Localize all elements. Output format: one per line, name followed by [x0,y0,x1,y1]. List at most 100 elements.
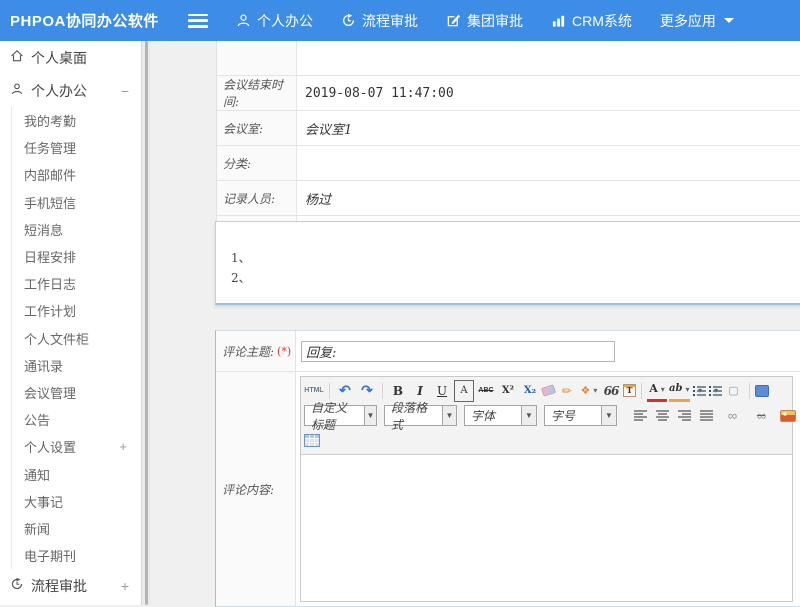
toolbar-separator[interactable] [382,383,383,399]
font-color-icon[interactable]: A [647,380,667,402]
history-icon [341,13,356,28]
table-row-meeting-room: 会议室: 会议室1 [217,111,800,146]
row-label: 会议室: [217,111,297,145]
note-line: 2、 [231,268,800,288]
sidebar-item-notification[interactable]: 通知 [24,460,141,487]
toolbar-separator[interactable] [329,383,330,399]
sidebar-item-news[interactable]: 新闻 [24,515,141,542]
link-icon[interactable]: ∞ [722,405,742,427]
custom-heading-select[interactable]: 自定义标题 ▼ [304,405,377,426]
meeting-notes-box: 1、2、 [215,221,800,305]
history-icon [10,577,24,594]
paragraph-format-select[interactable]: 段落格式 ▼ [384,405,457,426]
font-family-select[interactable]: 字体 ▼ [464,405,537,426]
blockquote-icon[interactable]: 66 [601,380,621,402]
subscript-icon[interactable]: X₂ [520,380,540,402]
table-row-category: 分类: [217,146,800,181]
paste-plain-text-icon[interactable]: T [623,384,636,397]
sidebar-item-announcement[interactable]: 公告 [24,406,141,433]
align-left-icon[interactable] [634,410,647,421]
chevron-down-icon[interactable]: ▼ [364,406,376,425]
row-value: 会议室1 [305,119,352,138]
chevron-down-icon[interactable]: ▼ [601,406,616,425]
format-brush-icon[interactable]: ✏ [557,380,577,402]
comment-subject-input[interactable] [301,341,615,362]
eraser-icon[interactable] [541,384,556,397]
editor-toolbar: HTML↶↷BIUAABCX²X₂✏❖66TAab▢ 自定义标题 ▼ 段落格式 … [301,377,792,455]
scrollbar-thumb[interactable] [145,41,148,605]
sidebar-item-personal-office[interactable]: 个人办公 − [0,74,141,107]
strikethrough-icon[interactable]: ABC [476,380,496,402]
sidebar-item-short-message[interactable]: 短消息 [24,216,141,243]
insert-image-icon[interactable] [780,410,796,422]
nav-group-approval[interactable]: 集团审批 [446,11,523,31]
home-icon [10,49,24,66]
sidebar-item-contacts[interactable]: 通讯录 [24,352,141,379]
person-icon [236,13,251,28]
sidebar-item-workflow-approval[interactable]: 流程审批 + [0,569,141,602]
superscript-icon[interactable]: X² [498,380,518,402]
align-center-icon[interactable] [656,410,669,421]
sidebar-item-phone-sms[interactable]: 手机短信 [24,189,141,216]
align-justify-icon[interactable] [700,410,713,421]
toolbar-row-3 [303,428,790,453]
color-palette-icon[interactable]: ❖ [579,380,599,402]
row-label [217,41,297,75]
topbar: PHPOA协同办公软件 个人办公 流程审批 集团审批 CRM系统 更多应用 [0,0,800,41]
comment-subject-label: 评论主题: (*) [216,331,296,371]
sidebar-item-personal-desktop[interactable]: 个人桌面 [0,41,141,74]
toolbar-row-2: 自定义标题 ▼ 段落格式 ▼ 字体 ▼ 字号 [303,403,790,428]
sidebar-scrollbar[interactable] [142,41,151,605]
nav-crm-system[interactable]: CRM系统 [551,11,632,31]
hamburger-menu-icon[interactable] [188,14,208,28]
fullscreen-icon[interactable] [755,385,769,397]
toolbar-separator[interactable] [749,383,750,399]
comment-subject-row: 评论主题: (*) [216,331,800,372]
chevron-down-icon[interactable]: ▼ [521,406,536,425]
sidebar-item-meeting-management[interactable]: 会议管理 [24,379,141,406]
sidebar-item-memorabilia[interactable]: 大事记 [24,488,141,515]
comment-content-label: 评论内容: [216,372,296,606]
meeting-detail-table: 会议结束时间: 2019-08-07 11:47:00 会议室: 会议室1 分类… [216,41,800,251]
sidebar-submenu: 我的考勤 任务管理 内部邮件 手机短信 短消息 日程安排 工作日志 [11,107,141,569]
sidebar: 个人桌面 个人办公 − 我的考勤 任务管理 内部邮件 手机短信 短消息 日程安 [0,41,142,605]
nav-more-apps[interactable]: 更多应用 [660,11,734,31]
new-page-icon[interactable]: ▢ [724,380,744,402]
sidebar-item-my-attendance[interactable]: 我的考勤 [24,107,141,134]
font-size-select[interactable]: 字号 ▼ [544,405,617,426]
topbar-nav: 个人办公 流程审批 集团审批 CRM系统 更多应用 [236,11,734,31]
sidebar-item-personal-file-cabinet[interactable]: 个人文件柜 [24,325,141,352]
unordered-list-icon[interactable] [708,386,722,396]
table-row-spacer [217,41,800,76]
sidebar-item-personal-settings[interactable]: 个人设置 + [24,433,141,460]
sidebar-item-internal-mail[interactable]: 内部邮件 [24,161,141,188]
toolbar-separator[interactable] [641,383,642,399]
insert-table-icon[interactable] [304,434,320,447]
chevron-down-icon[interactable]: ▼ [442,406,456,425]
sidebar-item-e-journal[interactable]: 电子期刊 [24,542,141,569]
expand-icon[interactable]: + [119,439,127,454]
row-label: 记录人员: [217,181,297,215]
nav-workflow-approval[interactable]: 流程审批 [341,11,418,31]
unlink-icon[interactable]: ∞ [751,405,771,427]
sidebar-item-task-management[interactable]: 任务管理 [24,134,141,161]
nav-personal-office[interactable]: 个人办公 [236,11,313,31]
align-right-icon[interactable] [678,410,691,421]
chevron-down-icon [724,18,734,23]
sidebar-item-work-log[interactable]: 工作日志 [24,270,141,297]
row-value: 杨过 [305,189,331,208]
row-value: 2019-08-07 11:47:00 [305,86,454,101]
sidebar-item-schedule[interactable]: 日程安排 [24,243,141,270]
rich-text-editor: HTML↶↷BIUAABCX²X₂✏❖66TAab▢ 自定义标题 ▼ 段落格式 … [300,376,793,602]
char-border-icon[interactable]: A [454,380,474,402]
expand-icon[interactable]: + [121,578,129,594]
sidebar-item-work-plan[interactable]: 工作计划 [24,297,141,324]
edit-square-icon [446,13,461,28]
collapse-icon[interactable]: − [121,83,129,99]
table-row-meeting-end-time: 会议结束时间: 2019-08-07 11:47:00 [217,76,800,111]
required-asterisk: (*) [277,345,291,358]
row-label: 会议结束时间: [217,76,297,110]
editor-content-area[interactable] [301,455,792,601]
highlight-color-icon[interactable]: ab [669,380,690,402]
ordered-list-icon[interactable] [692,386,706,396]
